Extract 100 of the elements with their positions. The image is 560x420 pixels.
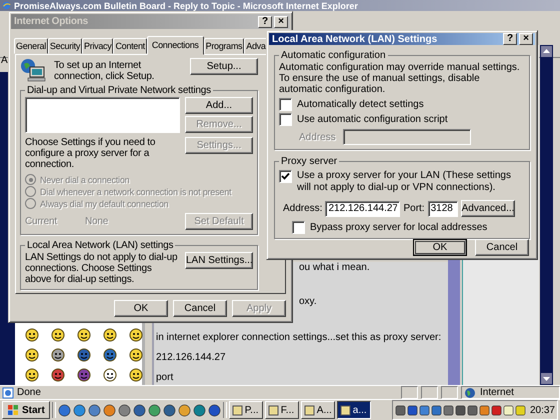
tab[interactable]: Adva [244, 38, 268, 54]
checkbox[interactable] [279, 113, 292, 126]
cancel-button[interactable]: Cancel [475, 239, 529, 256]
close-button[interactable]: × [519, 33, 533, 45]
checkbox-label: Use automatic configuration script [297, 114, 448, 126]
smiley-icon [25, 328, 39, 342]
smiley-icon [103, 328, 117, 342]
scroll-up-icon [541, 46, 552, 57]
smiley-icon [103, 348, 117, 362]
add-button[interactable]: Add... [185, 97, 253, 114]
quick-launch-icon[interactable] [148, 404, 161, 416]
checkbox-label: Automatically detect settings [297, 98, 424, 110]
address-label: Address: [283, 203, 322, 214]
quick-launch-icon[interactable] [192, 404, 206, 416]
tray-icon[interactable] [478, 404, 490, 416]
smiley-icon [129, 348, 143, 362]
quick-launch-icon[interactable] [118, 404, 131, 416]
advanced-button[interactable]: Advanced... [460, 200, 515, 217]
start-button[interactable]: Start [2, 401, 50, 419]
address-label: A [1, 55, 8, 66]
port-field[interactable]: 3128 [428, 200, 458, 216]
dialog-title: Local Area Network (LAN) Settings [272, 34, 438, 44]
tray-icon[interactable] [430, 404, 442, 416]
window-icon [304, 404, 315, 416]
quick-launch-icon[interactable] [58, 404, 71, 416]
post-text: 212.126.144.27 [155, 352, 226, 364]
tab[interactable]: Privacy [82, 38, 114, 54]
lan-settings-button[interactable]: LAN Settings... [185, 252, 253, 269]
group-title: Proxy server [280, 156, 338, 167]
settings-description: Choose Settings if you need to configure a proxy server for a connection. [25, 137, 156, 170]
tray-icon[interactable] [418, 404, 430, 416]
tray-icon[interactable] [406, 404, 418, 416]
smiley-icon [129, 368, 143, 382]
tab[interactable]: Content [113, 38, 147, 54]
tray-icon[interactable] [502, 404, 514, 416]
smiley-icon [51, 348, 65, 362]
tray-icon[interactable] [514, 404, 526, 416]
scrollbar[interactable] [540, 45, 553, 385]
current-label: Current [25, 216, 58, 227]
network-computer-icon [20, 58, 46, 82]
zone-label: Internet [480, 387, 514, 398]
ok-button[interactable]: OK [114, 300, 168, 317]
tray-icon[interactable] [442, 404, 454, 416]
quick-launch-icon[interactable] [132, 404, 146, 416]
current-value: None [85, 216, 110, 227]
window-title: PromiseAlways.com Bulletin Board - Reply to Topic - Microsoft Internet Explorer [14, 0, 358, 10]
taskbar-button[interactable]: P... [228, 401, 263, 419]
connection-list[interactable] [25, 97, 180, 133]
quick-launch-icon[interactable] [102, 404, 116, 416]
help-button[interactable]: ? [503, 33, 517, 45]
smiley-icon [103, 368, 117, 382]
checkbox[interactable] [279, 98, 292, 111]
group-title: Automatic configuration [280, 50, 387, 61]
windows-flag-icon [7, 404, 19, 416]
quick-launch-icon[interactable] [72, 404, 86, 416]
tab[interactable]: Programs [204, 38, 244, 54]
tab[interactable]: General [14, 38, 48, 54]
tray-icon[interactable] [466, 404, 478, 416]
checkbox[interactable] [279, 170, 292, 183]
radio-label: Dial whenever a network connection is not present [40, 186, 232, 196]
browser-icon [2, 1, 11, 10]
quick-launch-icon[interactable] [178, 404, 191, 416]
window-icon [232, 404, 243, 416]
smiley-icon [77, 328, 91, 342]
post-text: oxy. [298, 296, 317, 308]
tab[interactable]: Security [48, 38, 82, 54]
group-title: Dial-up and Virtual Private Network settings [26, 85, 212, 96]
smiley-icon [25, 348, 39, 362]
taskbar-button[interactable]: F... [264, 401, 299, 419]
ok-button[interactable]: OK [413, 239, 467, 256]
quick-launch-icon[interactable] [88, 404, 101, 416]
tab[interactable]: Connections [146, 36, 204, 55]
status-text: Done [17, 387, 41, 398]
lan-description: LAN Settings do not apply to dial-up connections. Choose Settings above for dial-up settings. [25, 252, 178, 285]
smiley-icon [51, 328, 65, 342]
group-title: Local Area Network (LAN) settings [26, 240, 174, 251]
smiley-icon [129, 328, 143, 342]
cancel-button[interactable]: Cancel [173, 300, 227, 317]
window-icon [268, 404, 279, 416]
post-text: ou what i mean. [298, 262, 370, 274]
post-text: port [155, 372, 174, 384]
quick-launch-icon[interactable] [162, 404, 176, 416]
setup-description: To set up an Internet connection, click Setup. [54, 59, 156, 82]
smiley-icon [51, 368, 65, 382]
address-label: Address [299, 132, 335, 142]
tray-icon[interactable] [394, 404, 406, 416]
checkbox-label: Bypass proxy server for local addresses [310, 222, 488, 234]
address-field[interactable] [343, 129, 471, 145]
tray-icon[interactable] [490, 404, 502, 416]
quick-launch-icon[interactable] [208, 404, 221, 416]
checkbox[interactable] [292, 221, 305, 234]
taskbar-button[interactable]: a... [336, 401, 371, 419]
tray-icon[interactable] [454, 404, 466, 416]
smiley-icon [25, 368, 39, 382]
window-icon [340, 404, 351, 416]
globe-icon [464, 386, 476, 398]
auto-config-description: Automatic configuration may override manual settings. To ensure the use of manual settings, disable automatic configuration. [279, 62, 521, 95]
setup-button[interactable]: Setup... [190, 58, 258, 75]
address-field[interactable]: 212.126.144.27 [325, 200, 400, 216]
taskbar-button[interactable]: A... [300, 401, 335, 419]
